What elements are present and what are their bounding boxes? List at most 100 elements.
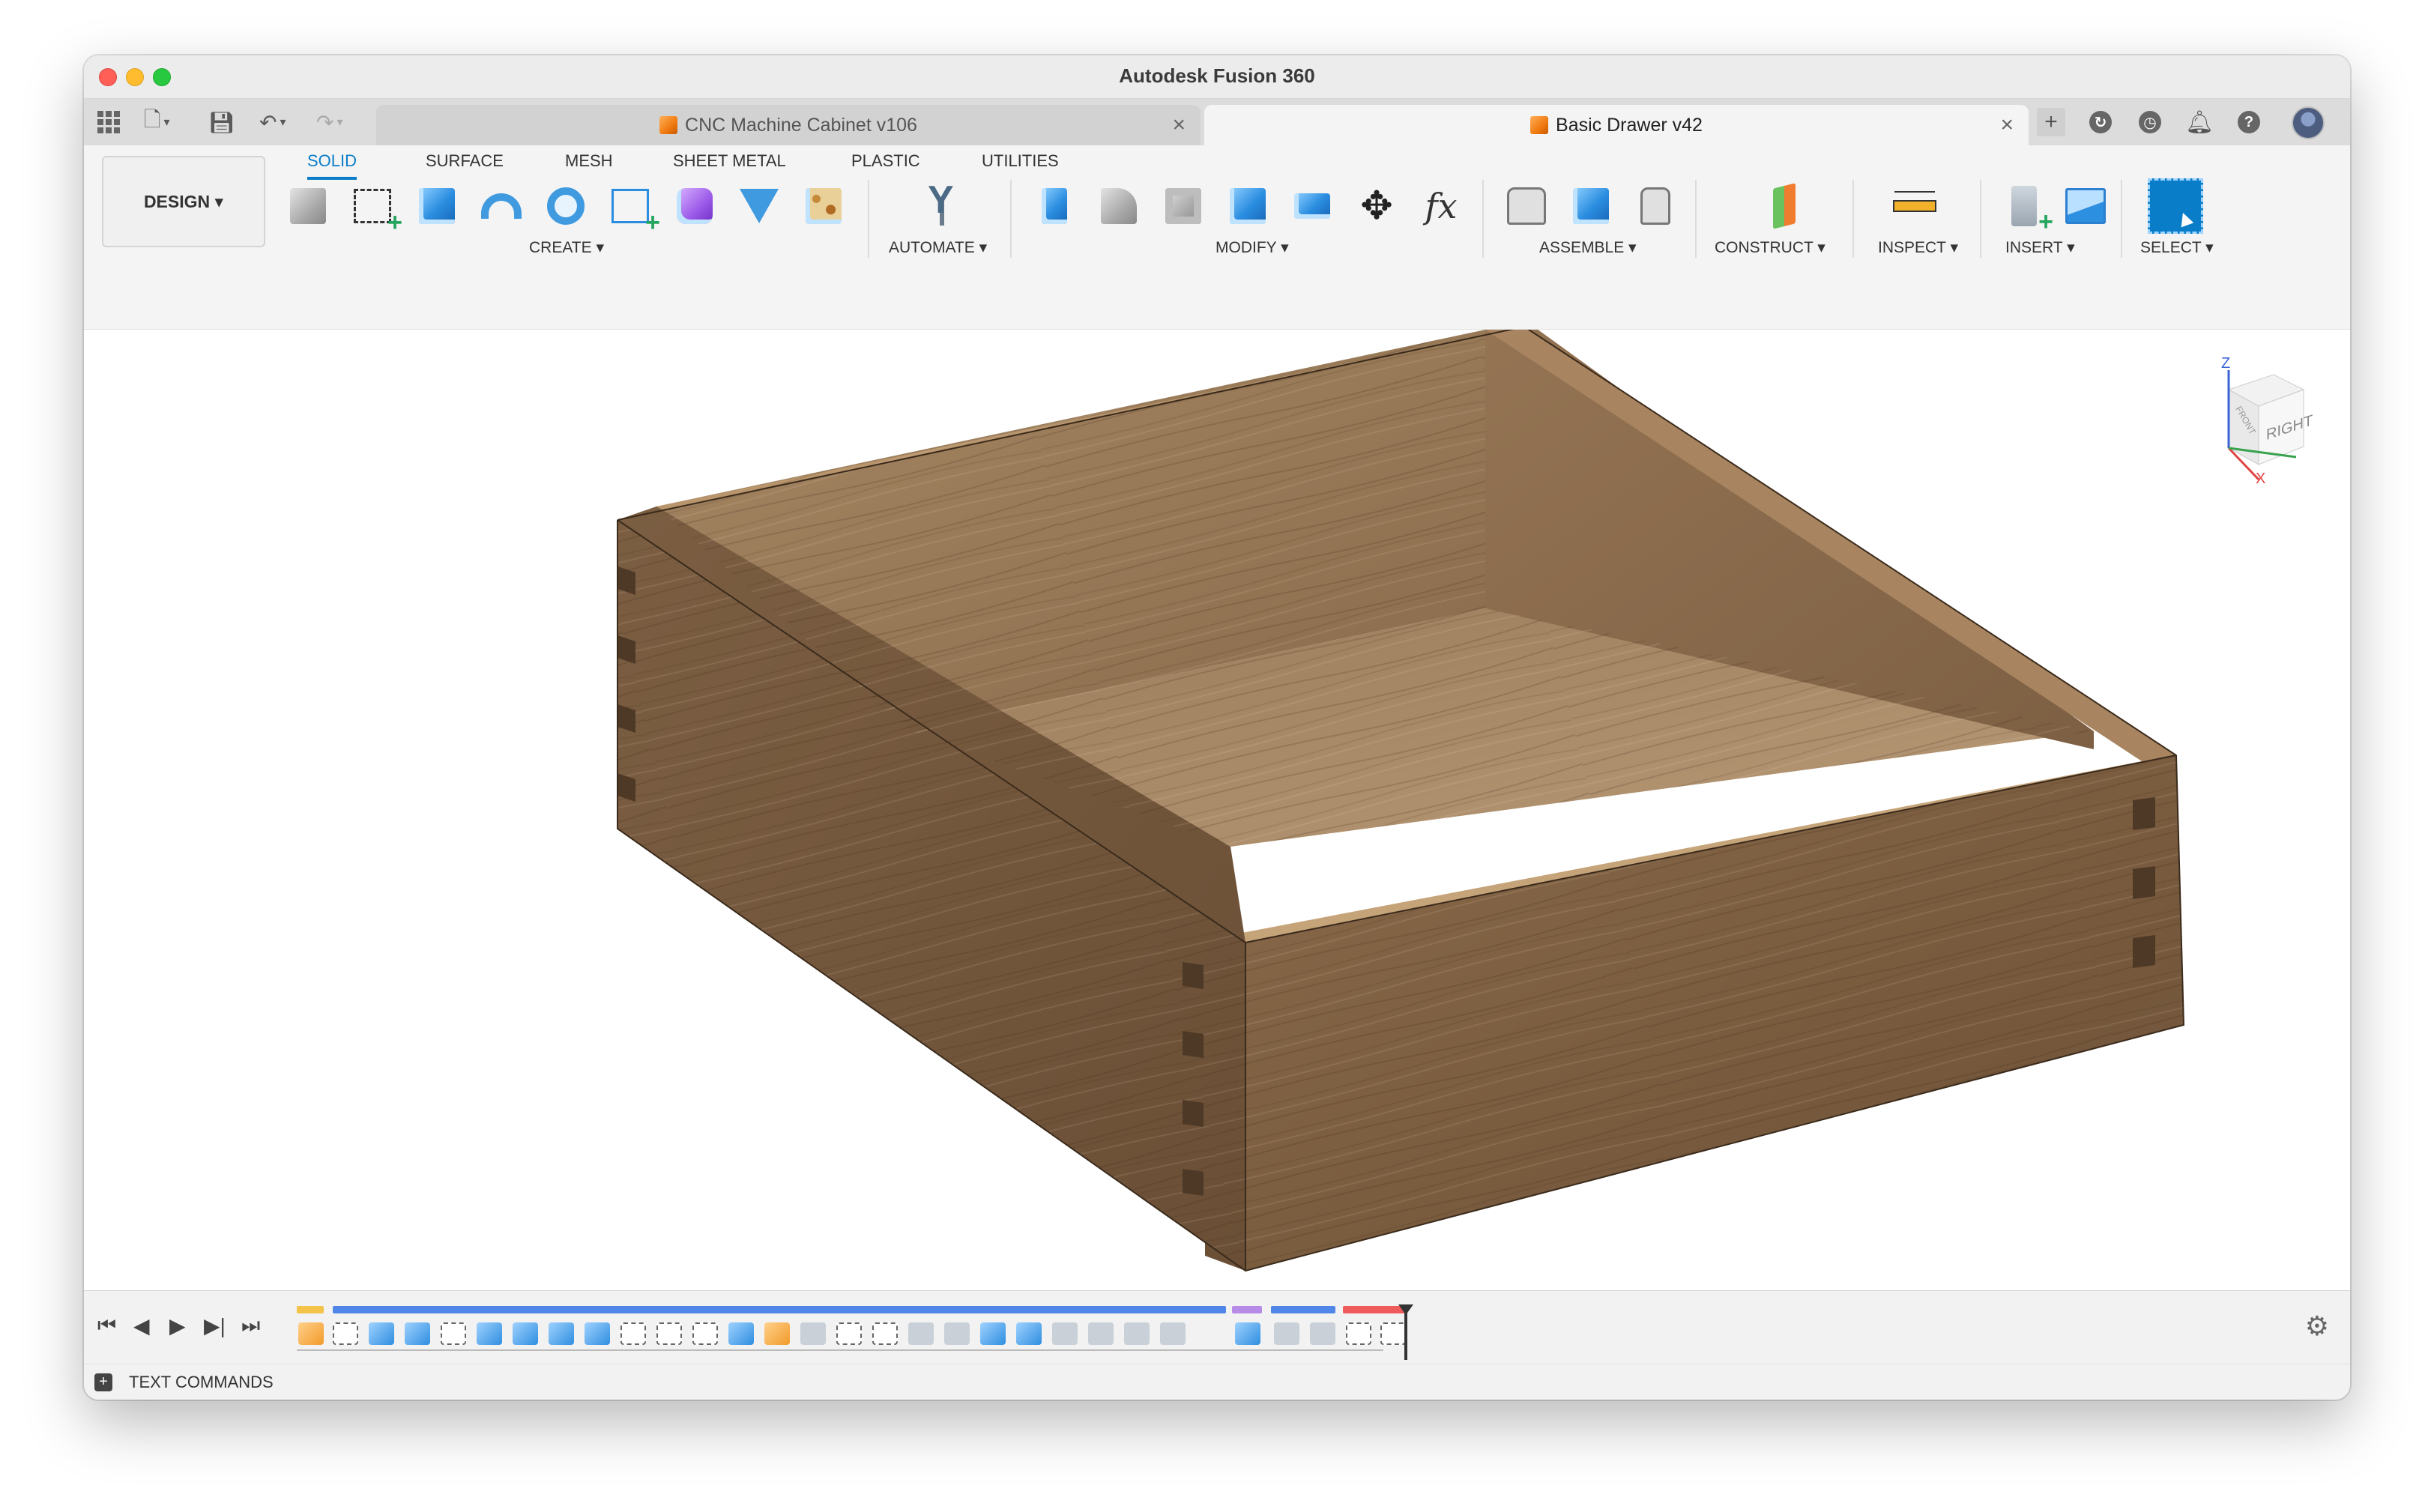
combine-tool[interactable] (1223, 181, 1272, 231)
data-panel-button[interactable] (97, 109, 120, 135)
create-form-tool[interactable] (670, 181, 719, 231)
tab-solid[interactable]: SOLID (307, 151, 357, 180)
tab-utilities[interactable]: UTILITIES (982, 151, 1059, 177)
timeline-feature[interactable] (944, 1322, 970, 1345)
timeline-feature[interactable] (513, 1322, 538, 1345)
revolve-tool[interactable] (477, 181, 526, 231)
insert-mcmaster-tool[interactable] (1999, 181, 2053, 237)
measure-tool[interactable] (1890, 181, 1939, 231)
user-avatar[interactable] (2292, 106, 2325, 139)
tab-sheet-metal[interactable]: SHEET METAL (673, 151, 786, 177)
timeline-feature[interactable] (1052, 1322, 1078, 1345)
automate-menu[interactable]: AUTOMATE ▾ (889, 238, 987, 257)
undo-button[interactable]: ↶ ▾ (259, 109, 286, 135)
drawer-model[interactable] (84, 330, 2350, 1344)
timeline-feature[interactable] (585, 1322, 610, 1345)
shell-tool[interactable] (1159, 181, 1208, 231)
timeline-feature[interactable] (1235, 1322, 1260, 1345)
timeline-feature[interactable] (549, 1322, 574, 1345)
gear-icon[interactable]: ⚙ (2305, 1310, 2329, 1342)
redo-button[interactable]: ↷ ▾ (316, 109, 343, 135)
timeline-marker[interactable] (1398, 1304, 1413, 1360)
new-component-tool[interactable] (283, 181, 333, 231)
timeline-feature[interactable] (800, 1322, 826, 1345)
expand-icon[interactable]: + (94, 1373, 112, 1391)
text-commands-bar[interactable]: + TEXT COMMANDS (84, 1364, 2350, 1400)
timeline-feature[interactable] (1016, 1322, 1042, 1345)
axis-z-label: Z (2221, 355, 2231, 372)
save-button[interactable]: 💾︎ (208, 109, 235, 135)
timeline-feature[interactable] (836, 1322, 862, 1345)
as-built-joint-tool[interactable] (1631, 181, 1680, 231)
timeline-feature[interactable] (1088, 1322, 1114, 1345)
joint-tool[interactable] (1502, 181, 1551, 231)
view-cube[interactable]: Z X FRONT RIGHT (2184, 355, 2319, 487)
step-forward-icon[interactable]: ▶| (204, 1313, 226, 1338)
new-component-assemble-tool[interactable] (1566, 181, 1616, 231)
timeline-feature[interactable] (477, 1322, 502, 1345)
extensions-button[interactable]: ↻ (2086, 108, 2115, 136)
construct-menu[interactable]: CONSTRUCT ▾ (1715, 238, 1826, 257)
job-status-button[interactable]: ◷ (2136, 108, 2164, 136)
inspect-menu[interactable]: INSPECT ▾ (1878, 238, 1958, 257)
offset-face-tool[interactable] (1287, 181, 1337, 231)
create-menu[interactable]: CREATE ▾ (529, 238, 604, 257)
timeline-track[interactable] (297, 1304, 1413, 1360)
timeline-feature[interactable] (908, 1322, 934, 1345)
change-parameters-tool[interactable]: fx (1416, 181, 1466, 231)
move-copy-tool[interactable]: ✥ (1352, 181, 1401, 231)
file-menu-button[interactable]: 🗋 ▾ (144, 108, 170, 135)
canvas-viewport[interactable]: Z X FRONT RIGHT ✣▾ ▣ ✋︎ ⌕ ⌕▾ ▭▾ ▦▾ ⊞▾ ◐ (84, 330, 2350, 1344)
timeline-feature[interactable] (1124, 1322, 1150, 1345)
go-to-end-icon[interactable]: ⏭ (241, 1313, 260, 1338)
insert-canvas-tool[interactable] (2061, 181, 2110, 231)
timeline-feature[interactable] (728, 1322, 754, 1345)
timeline-feature[interactable] (405, 1322, 430, 1345)
modify-menu[interactable]: MODIFY ▾ (1216, 238, 1289, 257)
offset-plane-tool[interactable] (1760, 181, 1809, 231)
workspace-switcher-button[interactable]: DESIGN ▾ (102, 156, 265, 247)
step-back-icon[interactable]: ◀ (133, 1313, 150, 1338)
timeline-feature[interactable] (1380, 1322, 1406, 1345)
timeline-feature[interactable] (369, 1322, 394, 1345)
select-tool[interactable] (2146, 177, 2205, 235)
close-tab-icon[interactable]: × (1172, 112, 1186, 138)
fillet-tool[interactable] (1094, 181, 1144, 231)
timeline-feature[interactable] (980, 1322, 1006, 1345)
go-to-start-icon[interactable]: ⏮ (97, 1313, 116, 1338)
timeline-feature[interactable] (764, 1322, 790, 1345)
toolbar-divider (1010, 180, 1012, 258)
timeline-feature[interactable] (1310, 1322, 1335, 1345)
timeline-feature[interactable] (298, 1322, 324, 1345)
timeline-feature[interactable] (1160, 1322, 1186, 1345)
appearance-tool[interactable] (799, 181, 848, 231)
close-tab-icon[interactable]: × (2000, 112, 2014, 138)
timeline-feature[interactable] (441, 1322, 466, 1345)
tab-mesh[interactable]: MESH (565, 151, 613, 177)
hole-tool[interactable] (541, 181, 591, 231)
timeline-feature[interactable] (692, 1322, 718, 1345)
create-sketch-tool[interactable] (348, 181, 402, 238)
select-menu[interactable]: SELECT ▾ (2140, 238, 2214, 257)
insert-menu[interactable]: INSERT ▾ (2005, 238, 2075, 257)
notifications-button[interactable]: 🔔︎ (2185, 108, 2214, 136)
assemble-menu[interactable]: ASSEMBLE ▾ (1539, 238, 1637, 257)
timeline-feature[interactable] (1274, 1322, 1299, 1345)
play-icon[interactable]: ▶ (169, 1313, 186, 1338)
timeline-feature[interactable] (1346, 1322, 1371, 1345)
create-base-feature-tool[interactable] (734, 181, 784, 231)
help-button[interactable]: ? (2235, 108, 2263, 136)
pattern-tool[interactable] (606, 181, 660, 238)
timeline-feature[interactable] (656, 1322, 682, 1345)
automate-tool[interactable] (917, 178, 967, 231)
new-tab-button[interactable]: + (2037, 108, 2065, 136)
timeline-feature[interactable] (333, 1322, 358, 1345)
tab-plastic[interactable]: PLASTIC (851, 151, 920, 177)
tab-surface[interactable]: SURFACE (426, 151, 504, 177)
extrude-tool[interactable] (412, 181, 462, 231)
tab-cnc-machine-cabinet[interactable]: CNC Machine Cabinet v106 × (376, 105, 1201, 145)
timeline-feature[interactable] (620, 1322, 646, 1345)
timeline-feature[interactable] (872, 1322, 898, 1345)
press-pull-tool[interactable] (1030, 181, 1079, 231)
tab-basic-drawer[interactable]: Basic Drawer v42 × (1204, 105, 2029, 145)
